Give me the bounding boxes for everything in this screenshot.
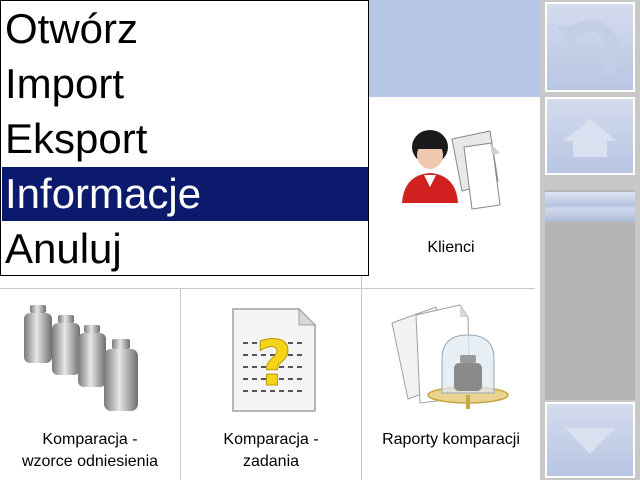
back-button[interactable] (545, 2, 635, 92)
grid-line-vertical-1 (180, 289, 181, 480)
undo-arrow-icon (557, 20, 620, 74)
tile-wzorce-label-2: wzorce odniesienia (21, 453, 159, 470)
tile-raporty[interactable]: Raporty komparacji (362, 289, 540, 480)
menu-item-eksport[interactable]: Eksport (2, 112, 368, 166)
context-menu: Otwórz Import Eksport Informacje Anuluj (0, 0, 369, 276)
tile-klienci[interactable]: Klienci (362, 97, 540, 288)
tile-wzorce-odniesienia[interactable]: Komparacja - wzorce odniesienia (0, 289, 180, 480)
menu-item-import[interactable]: Import (2, 57, 368, 111)
task-document-question-icon: ? (232, 307, 317, 412)
menu-item-anuluj[interactable]: Anuluj (2, 222, 368, 276)
tile-zadania-label-1: Komparacja - (223, 431, 319, 448)
client-person-icon (402, 130, 501, 210)
scrollbar-thumb[interactable] (545, 192, 635, 222)
menu-item-informacje[interactable]: Informacje (2, 167, 368, 221)
tile-zadania-label-2: zadania (242, 453, 300, 470)
grid-line-horizontal (0, 288, 535, 289)
tile-raporty-label: Raporty komparacji (382, 431, 520, 448)
tile-klienci-label: Klienci (427, 239, 475, 256)
home-button[interactable] (545, 97, 635, 175)
arrow-down-icon (565, 428, 615, 454)
svg-text:?: ? (256, 327, 292, 400)
tile-zadania[interactable]: ? Komparacja - zadania (181, 289, 361, 480)
tile-wzorce-label-1: Komparacja - (42, 431, 138, 448)
scroll-down-button[interactable] (545, 402, 635, 478)
report-balance-icon (391, 304, 509, 409)
home-icon (563, 119, 617, 157)
screen: Klienci Komparacja - wzorce odniesienia … (0, 0, 640, 480)
weights-icon (24, 305, 138, 411)
menu-item-otworz[interactable]: Otwórz (2, 2, 368, 56)
